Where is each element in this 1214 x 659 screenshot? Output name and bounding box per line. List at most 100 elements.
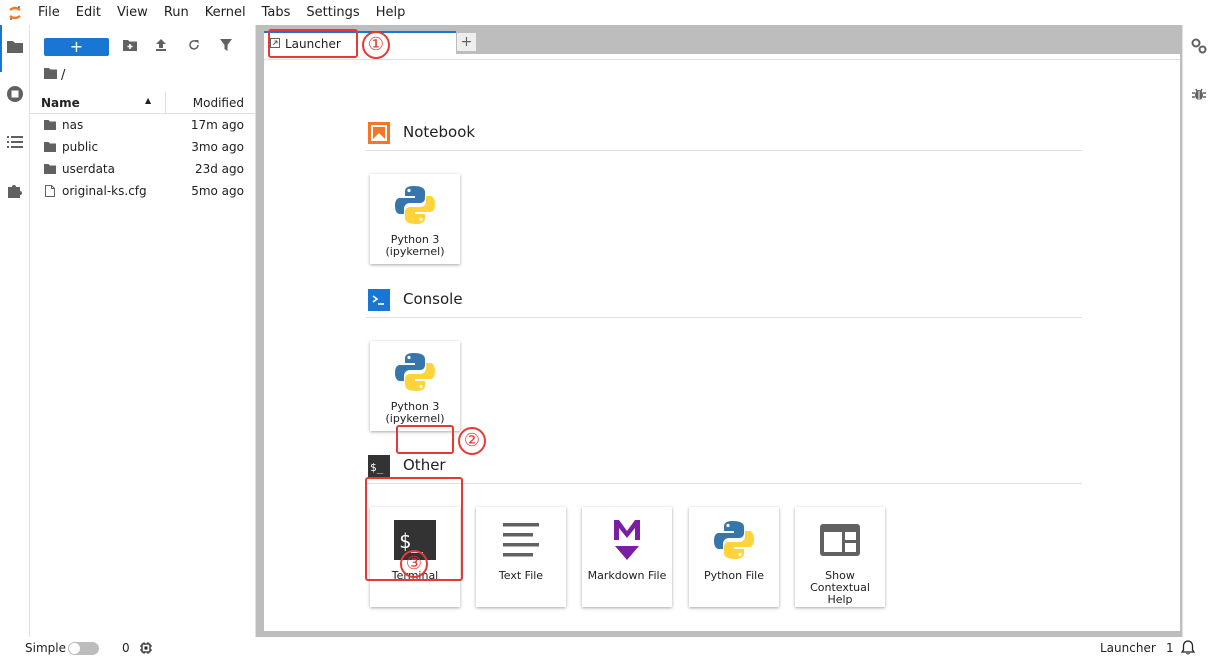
- extension-manager-tab[interactable]: [0, 174, 29, 210]
- menu-help[interactable]: Help: [368, 0, 414, 25]
- menu-kernel[interactable]: Kernel: [197, 0, 254, 25]
- panel-divider: [264, 54, 1180, 60]
- file-row[interactable]: public 3mo ago: [30, 136, 256, 158]
- annotation-number-3: ③: [400, 550, 428, 578]
- table-of-contents-icon: [6, 135, 23, 153]
- card-label: Python File: [703, 569, 765, 582]
- file-name: nas: [62, 118, 84, 132]
- filter-button[interactable]: [217, 38, 235, 56]
- file-row[interactable]: nas 17m ago: [30, 114, 256, 136]
- contextual-help-icon: [817, 517, 863, 563]
- menu-file[interactable]: File: [30, 0, 68, 25]
- new-folder-button[interactable]: [121, 38, 139, 56]
- file-browser-panel: + / Name ▲ Modified nas 17m ago public 3…: [30, 25, 256, 637]
- launcher-card-markdown-file[interactable]: Markdown File: [582, 507, 672, 607]
- folder-icon: [44, 141, 56, 153]
- status-activity-label: Launcher: [1100, 641, 1156, 655]
- terminal-section-icon: $_: [368, 455, 390, 477]
- table-of-contents-tab[interactable]: [0, 126, 29, 162]
- section-header: Notebook: [366, 115, 1082, 151]
- new-folder-icon: [123, 39, 137, 55]
- filter-icon: [220, 39, 232, 55]
- card-label: Markdown File: [587, 569, 667, 582]
- folder-icon: [44, 119, 56, 131]
- running-sessions-icon: [6, 85, 24, 107]
- folder-icon: [44, 163, 56, 175]
- tab-bar: Launcher +: [256, 25, 1182, 54]
- card-label: Python 3 (ipykernel): [385, 400, 445, 425]
- file-name: original-ks.cfg: [62, 184, 147, 198]
- card-label: Text File: [498, 569, 544, 582]
- upload-icon: [155, 39, 167, 55]
- annotation-number-2: ②: [458, 427, 486, 455]
- left-sidebar-rail: [0, 25, 30, 637]
- menu-view[interactable]: View: [109, 0, 156, 25]
- sort-ascending-icon: ▲: [145, 96, 152, 105]
- folder-icon: [6, 40, 23, 57]
- section-header: Console: [366, 282, 1082, 318]
- notification-count: 1: [1166, 641, 1174, 655]
- file-modified: 3mo ago: [191, 140, 244, 154]
- status-bar: Simple 0 Launcher 1: [0, 637, 1214, 659]
- annotation-box-other-section: [396, 425, 454, 454]
- file-row[interactable]: userdata 23d ago: [30, 158, 256, 180]
- running-sessions-tab[interactable]: [0, 78, 29, 114]
- right-sidebar-rail: [1182, 25, 1214, 637]
- column-divider[interactable]: [165, 92, 166, 113]
- python-logo-icon: [392, 349, 438, 395]
- simple-mode-label: Simple: [25, 641, 66, 655]
- card-label: Show Contextual Help: [810, 569, 870, 606]
- menu-edit[interactable]: Edit: [68, 0, 109, 25]
- launcher-card-python-file[interactable]: Python File: [689, 507, 779, 607]
- refresh-button[interactable]: [185, 38, 203, 56]
- section-title: Notebook: [403, 123, 476, 141]
- add-tab-button[interactable]: +: [456, 32, 477, 52]
- file-modified: 17m ago: [190, 118, 244, 132]
- launcher-card-text-file[interactable]: Text File: [476, 507, 566, 607]
- breadcrumb-root[interactable]: /: [61, 68, 65, 83]
- toggle-knob: [69, 643, 80, 654]
- launcher-card-console-python3[interactable]: Python 3 (ipykernel): [370, 341, 460, 431]
- column-name[interactable]: Name: [41, 96, 80, 110]
- refresh-icon: [188, 39, 200, 55]
- property-inspector-tab[interactable]: [1189, 38, 1209, 58]
- menu-tabs[interactable]: Tabs: [254, 0, 299, 25]
- kernel-chip-icon: [140, 642, 152, 657]
- file-name: public: [62, 140, 99, 154]
- card-label: Python 3 (ipykernel): [385, 233, 445, 258]
- file-icon: [44, 185, 56, 197]
- section-title: Console: [403, 290, 463, 308]
- file-list-header: Name ▲ Modified: [30, 92, 256, 114]
- column-modified[interactable]: Modified: [193, 96, 244, 110]
- python-logo-icon: [392, 182, 438, 228]
- file-modified: 5mo ago: [191, 184, 244, 198]
- file-browser-toolbar: +: [30, 35, 256, 57]
- section-title: Other: [403, 456, 446, 474]
- markdown-icon: [604, 517, 650, 563]
- annotation-number-1: ①: [362, 31, 390, 59]
- notebook-icon: [368, 122, 390, 144]
- file-browser-tab[interactable]: [0, 30, 29, 66]
- menu-run[interactable]: Run: [156, 0, 197, 25]
- extension-icon: [7, 182, 23, 202]
- home-folder-icon[interactable]: [44, 68, 57, 83]
- property-inspector-icon: [1191, 38, 1207, 58]
- launcher-card-contextual-help[interactable]: Show Contextual Help: [795, 507, 885, 607]
- text-file-icon: [498, 517, 544, 563]
- python-logo-icon: [711, 517, 757, 563]
- breadcrumb: /: [44, 68, 65, 83]
- kernel-count[interactable]: 0: [122, 641, 130, 655]
- jupyter-logo-icon: [0, 0, 30, 25]
- file-row[interactable]: original-ks.cfg 5mo ago: [30, 180, 256, 202]
- simple-mode-toggle[interactable]: [68, 642, 99, 655]
- console-icon: [368, 289, 390, 311]
- new-launcher-button[interactable]: +: [44, 38, 109, 56]
- menu-settings[interactable]: Settings: [298, 0, 367, 25]
- file-modified: 23d ago: [194, 162, 244, 176]
- file-name: userdata: [62, 162, 115, 176]
- debugger-tab[interactable]: [1189, 86, 1209, 106]
- svg-text:$_: $_: [370, 461, 384, 474]
- notification-bell-icon[interactable]: [1180, 640, 1196, 658]
- launcher-card-notebook-python3[interactable]: Python 3 (ipykernel): [370, 174, 460, 264]
- upload-button[interactable]: [152, 38, 170, 56]
